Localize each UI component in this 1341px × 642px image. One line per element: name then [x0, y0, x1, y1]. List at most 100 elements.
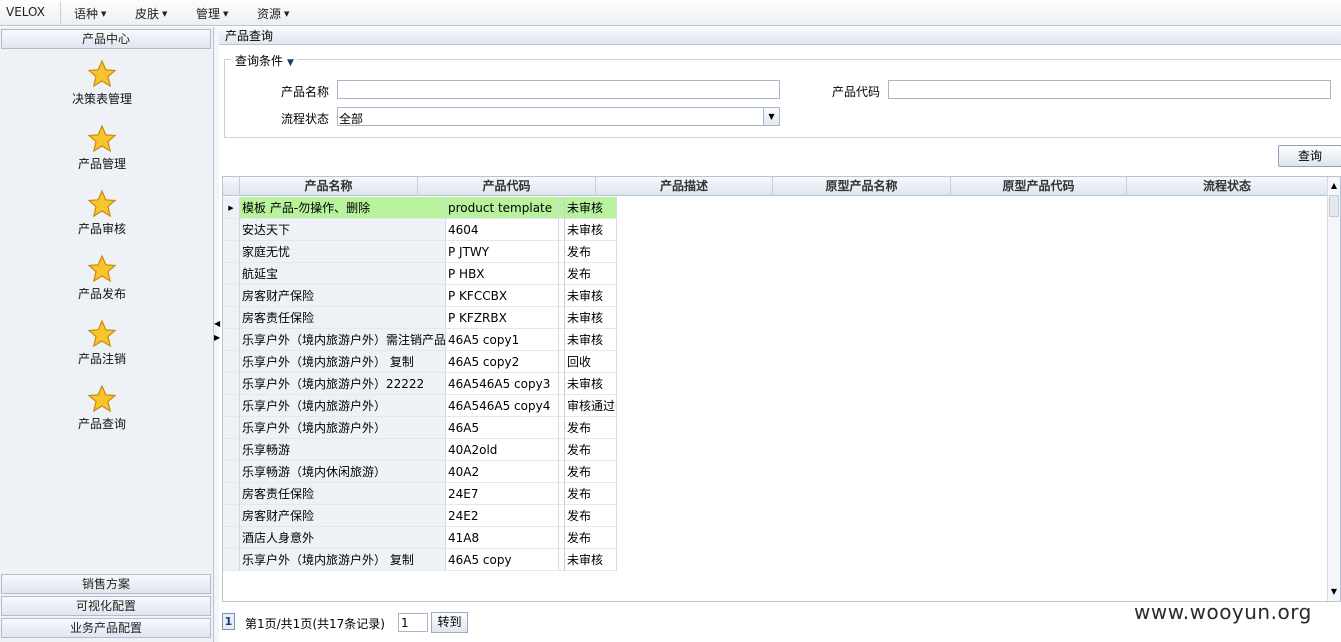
column-header-prototype-name[interactable]: 原型产品名称 [773, 177, 951, 196]
sidebar-header-visual-config[interactable]: 可视化配置 [1, 596, 211, 616]
page-title: 产品查询 [219, 27, 1341, 45]
cell-product-code: 46A5 copy [446, 549, 559, 571]
cell-product-code: 46A546A5 copy4 [446, 395, 559, 417]
sidebar-item-product-review[interactable]: 产品审核 [40, 189, 164, 249]
table-row[interactable]: 安达天下 4604 未审核 [223, 219, 617, 241]
pager: 1 第1页/共1页(共17条记录) 转到 [222, 609, 822, 633]
menu-label: 皮肤 [135, 7, 160, 21]
sidebar-item-product-manage[interactable]: 产品管理 [40, 124, 164, 184]
menu-divider [60, 2, 61, 24]
sidebar-header-product-center[interactable]: 产品中心 [1, 29, 211, 49]
table-row[interactable]: ▶ 模板 产品-勿操作、删除 product template 未审核 [223, 197, 617, 219]
table-row[interactable]: 房客责任保险 P KFZRBX 未审核 [223, 307, 617, 329]
table-row[interactable]: 乐享畅游 40A2old 发布 [223, 439, 617, 461]
column-header-flow-status[interactable]: 流程状态 [1127, 177, 1328, 196]
table-row[interactable]: 乐享户外（境内旅游户外） 复制 46A5 copy2 回收 [223, 351, 617, 373]
sidebar-item-decision-table[interactable]: 决策表管理 [40, 59, 164, 119]
cell-flow-status: 发布 [565, 439, 617, 461]
table-row[interactable]: 乐享户外（境内旅游户外）22222 46A546A5 copy3 未审核 [223, 373, 617, 395]
product-grid: 产品名称 产品代码 产品描述 原型产品名称 原型产品代码 流程状态 ▶ 模板 产品… [222, 176, 1341, 602]
scroll-thumb[interactable] [1329, 195, 1339, 217]
sidebar-item-product-publish[interactable]: 产品发布 [40, 254, 164, 314]
flow-status-label: 流程状态 [281, 112, 330, 126]
menu-skin[interactable]: 皮肤 ▼ [135, 5, 167, 22]
main-panel: 产品查询 查询条件 ▼ 产品名称 产品代码 流程状态 全部 ▼ 查询 产品名称 产… [219, 27, 1341, 642]
scroll-up-icon[interactable]: ▲ [1328, 179, 1340, 193]
table-row[interactable]: 房客财产保险 24E2 发布 [223, 505, 617, 527]
star-icon [87, 59, 117, 88]
menu-language[interactable]: 语种 ▼ [74, 5, 106, 22]
table-row[interactable]: 乐享户外（境内旅游户外） 复制 46A5 copy 未审核 [223, 549, 617, 571]
cell-product-name: 乐享户外（境内旅游户外） 复制 [240, 549, 446, 571]
table-row[interactable]: 乐享户外（境内旅游户外） 46A546A5 copy4 审核通过 [223, 395, 617, 417]
page-jump-button[interactable]: 转到 [431, 612, 468, 633]
row-indicator [223, 527, 240, 549]
table-row[interactable]: 房客责任保险 24E7 发布 [223, 483, 617, 505]
row-indicator [223, 395, 240, 417]
cell-product-name: 房客财产保险 [240, 505, 446, 527]
cell-product-code: 40A2old [446, 439, 559, 461]
table-row[interactable]: 家庭无忧 P JTWY 发布 [223, 241, 617, 263]
sidebar: 产品中心 决策表管理 产品管理 产品审核 产品发布 产品注销 产品查询 销售方案… [0, 27, 214, 642]
product-name-label: 产品名称 [281, 85, 330, 99]
row-indicator: ▶ [223, 197, 240, 219]
sidebar-header-business-product-config[interactable]: 业务产品配置 [1, 618, 211, 638]
cell-product-name: 乐享畅游 [240, 439, 446, 461]
menu-label: 资源 [257, 7, 282, 21]
row-indicator [223, 285, 240, 307]
cell-product-name: 模板 产品-勿操作、删除 [240, 197, 446, 219]
table-row[interactable]: 乐享户外（境内旅游户外）需注销产品 46A5 copy1 未审核 [223, 329, 617, 351]
column-header-product-desc[interactable]: 产品描述 [596, 177, 773, 196]
sidebar-item-product-query[interactable]: 产品查询 [40, 384, 164, 444]
menu-label: 管理 [196, 7, 221, 21]
column-header-product-name[interactable]: 产品名称 [240, 177, 418, 196]
menu-resource[interactable]: 资源 ▼ [257, 5, 289, 22]
caret-down-icon: ▼ [101, 10, 107, 18]
query-legend-toggle[interactable]: 查询条件 ▼ [231, 52, 298, 69]
caret-down-icon: ▼ [284, 10, 290, 18]
cell-product-code: P KFCCBX [446, 285, 559, 307]
sidebar-item-product-cancel[interactable]: 产品注销 [40, 319, 164, 379]
cell-product-code: 46A5 [446, 417, 559, 439]
row-indicator [223, 483, 240, 505]
cell-flow-status: 审核通过 [565, 395, 617, 417]
product-code-input[interactable] [888, 80, 1331, 99]
sidebar-header-sales-plan[interactable]: 销售方案 [1, 574, 211, 594]
cell-flow-status: 发布 [565, 241, 617, 263]
row-indicator [223, 505, 240, 527]
cell-flow-status: 发布 [565, 505, 617, 527]
column-header-product-code[interactable]: 产品代码 [418, 177, 596, 196]
column-header-prototype-code[interactable]: 原型产品代码 [951, 177, 1127, 196]
grid-scrollbar[interactable]: ▲ ▼ [1327, 177, 1340, 601]
cell-product-name: 房客财产保险 [240, 285, 446, 307]
scroll-down-icon[interactable]: ▼ [1328, 585, 1340, 599]
star-icon [87, 189, 117, 218]
caret-down-icon: ▼ [287, 58, 294, 68]
query-button[interactable]: 查询 [1278, 145, 1341, 167]
table-row[interactable]: 房客财产保险 P KFCCBX 未审核 [223, 285, 617, 307]
flow-status-select[interactable]: 全部 ▼ [337, 107, 780, 126]
table-row[interactable]: 航延宝 P HBX 发布 [223, 263, 617, 285]
caret-down-icon: ▼ [223, 10, 229, 18]
cell-flow-status: 发布 [565, 417, 617, 439]
page-number-button[interactable]: 1 [222, 613, 235, 630]
table-row[interactable]: 乐享户外（境内旅游户外） 46A5 发布 [223, 417, 617, 439]
star-icon [87, 124, 117, 153]
row-indicator [223, 307, 240, 329]
cell-product-code: 40A2 [446, 461, 559, 483]
grid-header: 产品名称 产品代码 产品描述 原型产品名称 原型产品代码 流程状态 [223, 177, 1328, 196]
caret-down-icon: ▼ [162, 10, 168, 18]
cell-product-code: product template [446, 197, 559, 219]
page-jump-input[interactable] [398, 613, 428, 632]
cell-product-code: 4604 [446, 219, 559, 241]
row-indicator [223, 351, 240, 373]
sidebar-item-label: 产品查询 [77, 417, 126, 431]
menu-label: 语种 [74, 7, 99, 21]
cell-flow-status: 发布 [565, 461, 617, 483]
product-code-label: 产品代码 [832, 85, 881, 99]
table-row[interactable]: 乐享畅游（境内休闲旅游） 40A2 发布 [223, 461, 617, 483]
chevron-down-icon[interactable]: ▼ [763, 108, 779, 125]
table-row[interactable]: 酒店人身意外 41A8 发布 [223, 527, 617, 549]
product-name-input[interactable] [337, 80, 780, 99]
menu-manage[interactable]: 管理 ▼ [196, 5, 228, 22]
